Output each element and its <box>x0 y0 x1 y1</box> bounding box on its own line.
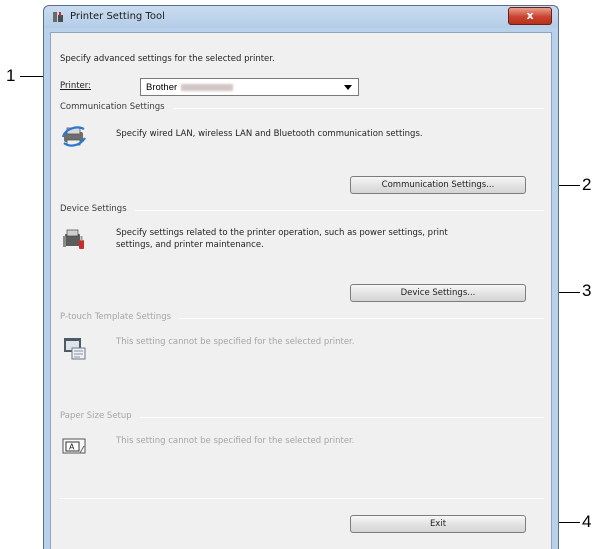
ptouch-description: This setting cannot be specified for the… <box>116 337 355 347</box>
communication-description: Specify wired LAN, wireless LAN and Blue… <box>116 129 423 139</box>
device-settings-button[interactable]: Device Settings... <box>350 284 526 302</box>
title-bar[interactable]: Printer Setting Tool x <box>44 6 558 28</box>
callout-2: 2 <box>582 175 592 194</box>
printer-tool-icon <box>53 12 63 22</box>
svg-text:A: A <box>69 443 75 452</box>
ptouch-template-header: P-touch Template Settings <box>60 312 180 322</box>
window-title: Printer Setting Tool <box>70 11 165 22</box>
callout-3: 3 <box>582 281 592 300</box>
template-icon <box>64 338 86 360</box>
network-printer-icon <box>61 126 86 147</box>
bottom-separator <box>60 498 544 499</box>
printer-value: Brother <box>146 82 178 93</box>
printer-setting-tool-window: Printer Setting Tool x Specify advanced … <box>43 5 559 549</box>
communication-settings-header: Communication Settings <box>60 102 173 112</box>
paper-description: This setting cannot be specified for the… <box>116 436 355 446</box>
device-description-line1: Specify settings related to the printer … <box>116 228 448 238</box>
communication-settings-button[interactable]: Communication Settings... <box>350 176 526 194</box>
printer-tools-icon <box>63 229 84 249</box>
paper-size-icon: A <box>62 438 86 454</box>
close-button[interactable]: x <box>508 7 552 25</box>
printer-model-redacted <box>181 83 234 91</box>
device-settings-header: Device Settings <box>60 204 135 214</box>
window-client-area: Specify advanced settings for the select… <box>50 32 552 549</box>
paper-size-setup-header: Paper Size Setup <box>60 411 140 421</box>
device-description-line2: settings, and printer maintenance. <box>116 240 264 250</box>
callout-4: 4 <box>582 512 592 531</box>
callout-1: 1 <box>6 66 16 85</box>
chevron-down-icon <box>344 85 352 90</box>
exit-button[interactable]: Exit <box>350 515 526 533</box>
printer-label: Printer: <box>60 81 91 91</box>
intro-text: Specify advanced settings for the select… <box>60 54 275 64</box>
printer-select[interactable]: Brother <box>140 78 359 96</box>
